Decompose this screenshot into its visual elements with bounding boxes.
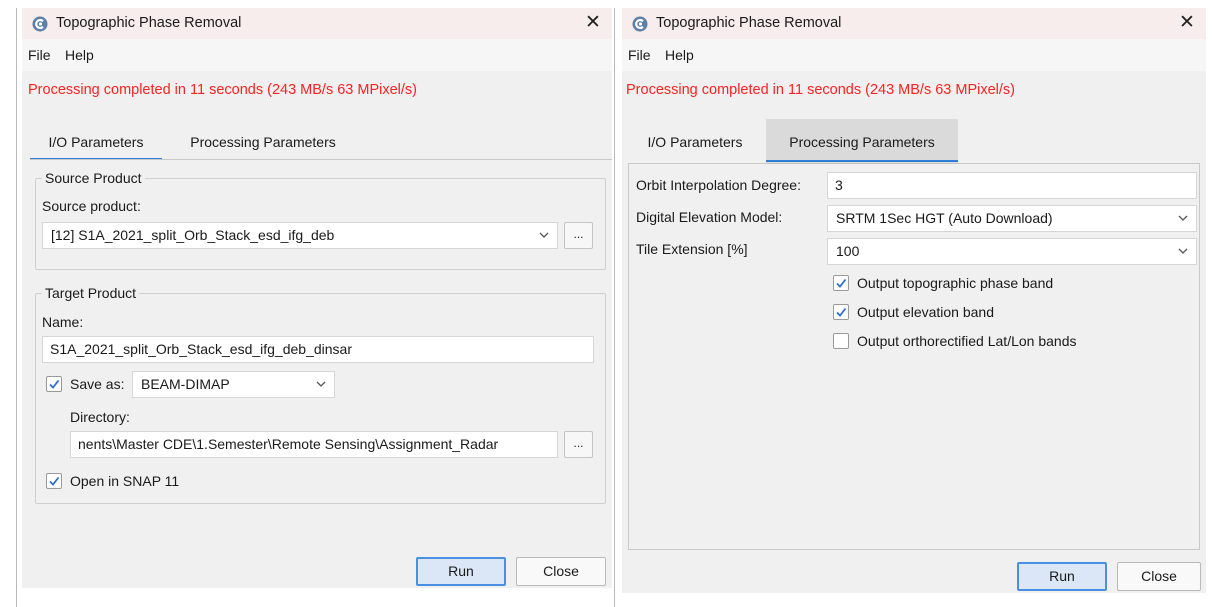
check-icon	[836, 278, 847, 288]
window-border	[614, 8, 615, 607]
tab-io-parameters[interactable]: I/O Parameters	[628, 132, 762, 152]
menu-file[interactable]: File	[28, 47, 51, 63]
target-product-legend: Target Product	[42, 284, 140, 302]
latlon-bands-label: Output orthorectified Lat/Lon bands	[857, 333, 1077, 349]
window-title: Topographic Phase Removal	[656, 15, 842, 31]
chevron-down-icon	[539, 232, 549, 238]
target-name-input[interactable]: S1A_2021_split_Orb_Stack_esd_ifg_deb_din…	[42, 336, 594, 363]
format-select[interactable]: BEAM-DIMAP	[132, 371, 335, 398]
window-border	[16, 8, 17, 607]
dialog-window-io: Topographic Phase Removal ✕ File Help Pr…	[22, 8, 612, 588]
source-product-select[interactable]: [12] S1A_2021_split_Orb_Stack_esd_ifg_de…	[42, 222, 558, 249]
tile-extension-select[interactable]: 100	[827, 238, 1197, 265]
source-product-value: [12] S1A_2021_split_Orb_Stack_esd_ifg_de…	[51, 227, 335, 243]
save-as-checkbox[interactable]	[46, 376, 62, 392]
latlon-bands-checkbox[interactable]	[833, 333, 849, 349]
directory-browse-button[interactable]: ...	[564, 431, 593, 458]
menu-help[interactable]: Help	[665, 47, 694, 63]
topographic-phase-checkbox[interactable]	[833, 275, 849, 291]
title-bar: Topographic Phase Removal ✕	[622, 8, 1206, 39]
chevron-down-icon	[316, 381, 326, 387]
directory-label: Directory:	[70, 409, 130, 425]
elevation-band-label: Output elevation band	[857, 304, 994, 320]
close-icon[interactable]: ✕	[1176, 12, 1198, 34]
elevation-band-checkbox[interactable]	[833, 304, 849, 320]
close-button[interactable]: Close	[1117, 562, 1201, 591]
format-value: BEAM-DIMAP	[141, 376, 230, 392]
open-in-snap-label: Open in SNAP 11	[70, 473, 180, 489]
run-button[interactable]: Run	[1017, 562, 1107, 591]
status-message: Processing completed in 11 seconds (243 …	[626, 82, 1015, 98]
active-tab-indicator	[766, 160, 958, 162]
orbit-degree-input[interactable]: 3	[827, 172, 1197, 199]
snap-app-icon	[32, 16, 48, 32]
run-button[interactable]: Run	[416, 557, 506, 586]
check-icon	[836, 307, 847, 317]
open-in-snap-checkbox[interactable]	[46, 473, 62, 489]
status-message: Processing completed in 11 seconds (243 …	[28, 82, 417, 98]
dem-value: SRTM 1Sec HGT (Auto Download)	[836, 210, 1053, 226]
tab-processing-parameters[interactable]: Processing Parameters	[766, 132, 958, 152]
tab-processing-parameters[interactable]: Processing Parameters	[170, 132, 356, 152]
snap-app-icon	[632, 16, 648, 32]
tile-extension-label: Tile Extension [%]	[636, 241, 748, 257]
name-label: Name:	[42, 314, 84, 330]
chevron-down-icon	[1178, 215, 1188, 221]
close-icon[interactable]: ✕	[582, 12, 604, 34]
topographic-phase-label: Output topographic phase band	[857, 275, 1054, 291]
source-product-legend: Source Product	[42, 169, 145, 187]
orbit-degree-label: Orbit Interpolation Degree:	[636, 177, 801, 193]
source-product-label: Source product:	[42, 198, 141, 214]
dialog-window-processing: Topographic Phase Removal ✕ File Help Pr…	[622, 8, 1206, 593]
menu-file[interactable]: File	[628, 47, 651, 63]
tab-divider	[30, 159, 612, 160]
source-browse-button[interactable]: ...	[564, 222, 593, 249]
tile-extension-value: 100	[836, 243, 860, 259]
check-icon	[49, 379, 60, 389]
chevron-down-icon	[1178, 248, 1188, 254]
window-title: Topographic Phase Removal	[56, 15, 242, 31]
menu-bar: File Help	[622, 39, 1206, 71]
save-as-label: Save as:	[70, 376, 125, 392]
dem-label: Digital Elevation Model:	[636, 209, 783, 225]
title-bar: Topographic Phase Removal ✕	[22, 8, 612, 39]
menu-help[interactable]: Help	[65, 47, 94, 63]
close-button[interactable]: Close	[516, 557, 606, 586]
menu-bar: File Help	[22, 39, 612, 71]
directory-input[interactable]: nents\Master CDE\1.Semester\Remote Sensi…	[70, 431, 558, 458]
dem-select[interactable]: SRTM 1Sec HGT (Auto Download)	[827, 205, 1197, 232]
tab-io-parameters[interactable]: I/O Parameters	[30, 132, 162, 152]
check-icon	[49, 476, 60, 486]
